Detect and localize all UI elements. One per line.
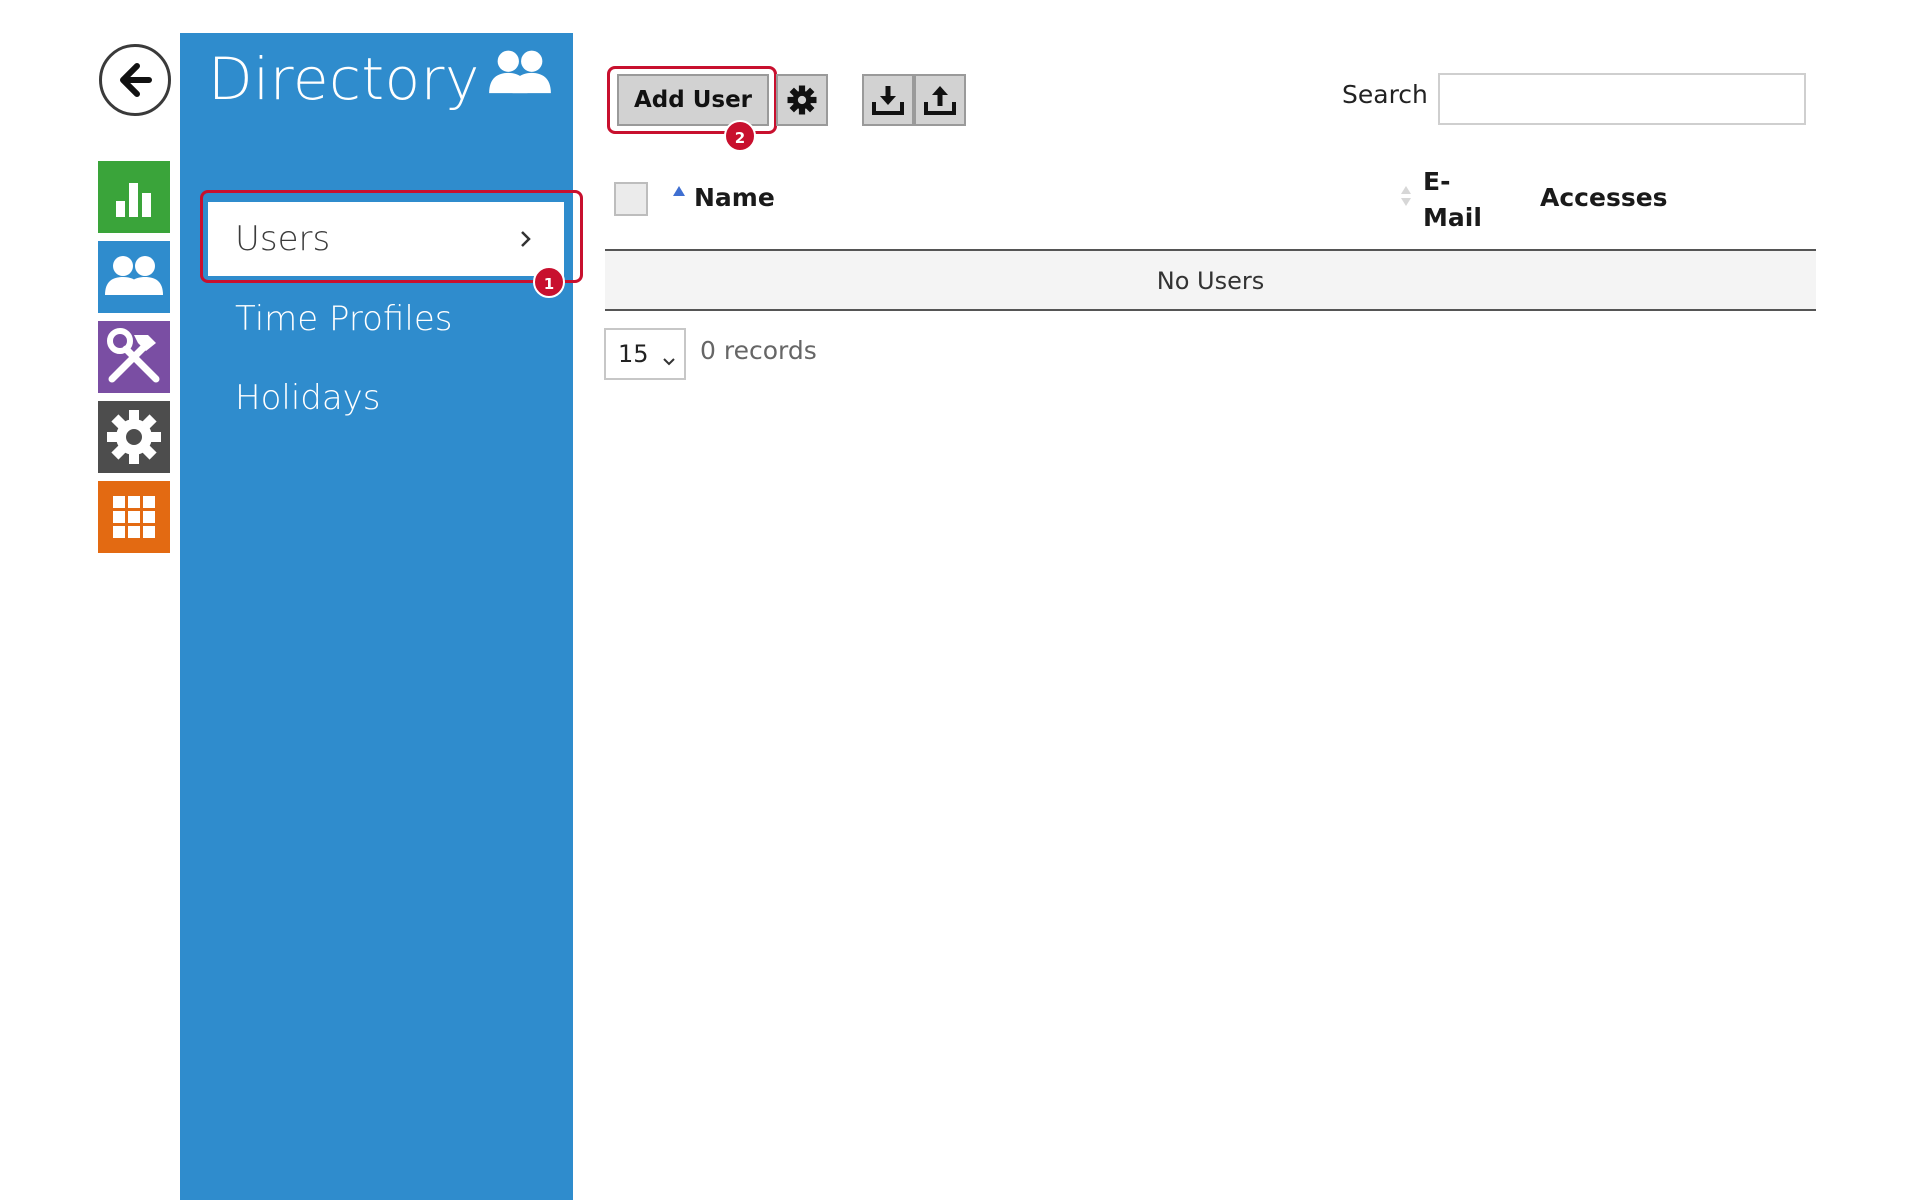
users-icon [105,256,163,295]
column-header-accesses[interactable]: Accesses [1540,183,1668,212]
nav-item-holidays-label: Holidays [235,378,381,418]
user-settings-button[interactable] [776,74,828,126]
nav-item-time-profiles[interactable]: Time Profiles [208,282,564,356]
import-button[interactable] [862,74,914,126]
bar-chart-icon [116,183,151,217]
nav-item-time-profiles-label: Time Profiles [235,299,453,339]
page-size-select[interactable]: 15 [604,328,686,380]
arrow-left-icon [120,63,152,97]
panel-title: Directory [208,45,480,113]
upload-icon [924,86,956,115]
empty-table-message: No Users [605,251,1816,311]
grid-icon [113,496,155,538]
users-icon [487,46,553,102]
export-button[interactable] [914,74,966,126]
module-status-button[interactable] [98,161,170,233]
module-directory-button[interactable] [98,241,170,313]
step-2-badge: 2 [724,120,756,152]
module-hardware-button[interactable] [98,321,170,393]
column-header-name[interactable]: Name [694,183,775,212]
back-button[interactable] [99,44,171,116]
sort-ascending-icon [672,182,686,201]
download-icon [872,86,904,115]
sort-icon [1400,184,1412,212]
tools-icon [107,328,160,383]
select-all-checkbox[interactable] [614,182,648,216]
step-2-highlight [607,66,777,134]
column-header-email[interactable]: E- Mail [1423,164,1503,236]
records-count: 0 records [700,336,817,365]
gear-icon [787,85,817,115]
gear-icon [107,410,161,464]
search-label: Search [1342,80,1428,109]
module-services-button[interactable] [98,481,170,553]
chevron-down-icon [662,347,676,375]
module-system-button[interactable] [98,401,170,473]
page-size-value: 15 [618,340,649,368]
nav-item-holidays[interactable]: Holidays [208,361,564,435]
search-input[interactable] [1438,73,1806,125]
step-1-highlight [200,190,583,283]
